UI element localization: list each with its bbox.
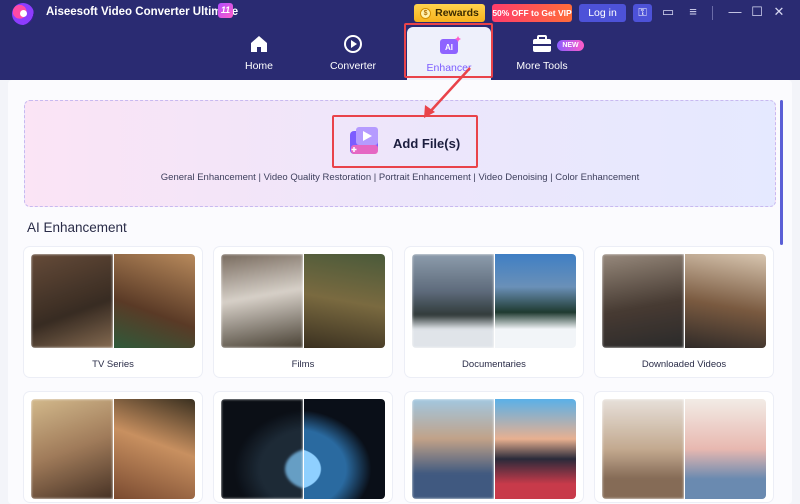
card-documentaries[interactable]: Documentaries <box>405 247 583 377</box>
card-family[interactable] <box>595 392 773 502</box>
maximize-icon[interactable]: ☐ <box>749 4 765 20</box>
add-file-label[interactable]: Add File(s) <box>393 136 460 151</box>
card-label: TV Series <box>92 359 134 370</box>
card-label: Films <box>291 359 315 370</box>
card-anime[interactable] <box>405 392 583 502</box>
enhancement-features: General Enhancement | Video Quality Rest… <box>160 172 640 183</box>
vip-offer-button[interactable]: 50% OFF to Get VIP <box>492 4 572 22</box>
card-label: Downloaded Videos <box>641 359 727 370</box>
add-file-icon[interactable] <box>348 125 382 157</box>
menu-icon[interactable]: ≡ <box>685 4 701 20</box>
close-icon[interactable]: ✕ <box>771 4 787 20</box>
app-title: Aiseesoft Video Converter Ultimate <box>46 6 239 18</box>
documentaries-thumbnail <box>412 254 576 348</box>
toolbox-icon <box>531 33 553 55</box>
tab-more-tools-label: More Tools <box>516 60 568 72</box>
card-label: Documentaries <box>462 359 526 370</box>
tab-converter[interactable]: Converter <box>313 25 393 80</box>
card-tv-series[interactable]: TV Series <box>24 247 202 377</box>
tv-series-thumbnail <box>31 254 195 348</box>
version-badge: 11 <box>218 3 233 18</box>
title-separator <box>712 6 713 20</box>
title-bar: Aiseesoft Video Converter Ultimate 11 $ … <box>0 0 800 80</box>
login-button[interactable]: Log in <box>579 4 626 22</box>
rewards-label: Rewards <box>435 7 479 19</box>
scrollbar[interactable] <box>780 100 783 245</box>
tab-home[interactable]: Home <box>219 25 299 80</box>
anime-thumbnail <box>412 399 576 499</box>
family-thumbnail <box>602 399 766 499</box>
downloaded-videos-thumbnail <box>602 254 766 348</box>
tab-converter-label: Converter <box>329 60 377 72</box>
minimize-icon[interactable]: — <box>727 4 743 20</box>
converter-icon <box>342 33 364 55</box>
films-thumbnail <box>221 254 385 348</box>
home-icon <box>248 33 270 55</box>
enhancer-highlight-box <box>404 23 493 78</box>
feedback-icon[interactable]: ▭ <box>660 4 676 20</box>
rewards-button[interactable]: $ Rewards <box>414 4 485 22</box>
key-icon[interactable]: ⚿ <box>633 4 652 22</box>
card-downloaded-videos[interactable]: Downloaded Videos <box>595 247 773 377</box>
portrait-thumbnail <box>31 399 195 499</box>
tab-more-tools[interactable]: More Tools <box>502 25 582 80</box>
app-logo-icon <box>12 3 34 25</box>
new-badge: NEW <box>557 40 584 51</box>
coin-icon: $ <box>420 7 432 19</box>
card-disc[interactable] <box>214 392 392 502</box>
disc-thumbnail <box>221 399 385 499</box>
card-films[interactable]: Films <box>214 247 392 377</box>
section-title: AI Enhancement <box>27 220 127 235</box>
tab-home-label: Home <box>244 60 273 72</box>
card-portrait[interactable] <box>24 392 202 502</box>
